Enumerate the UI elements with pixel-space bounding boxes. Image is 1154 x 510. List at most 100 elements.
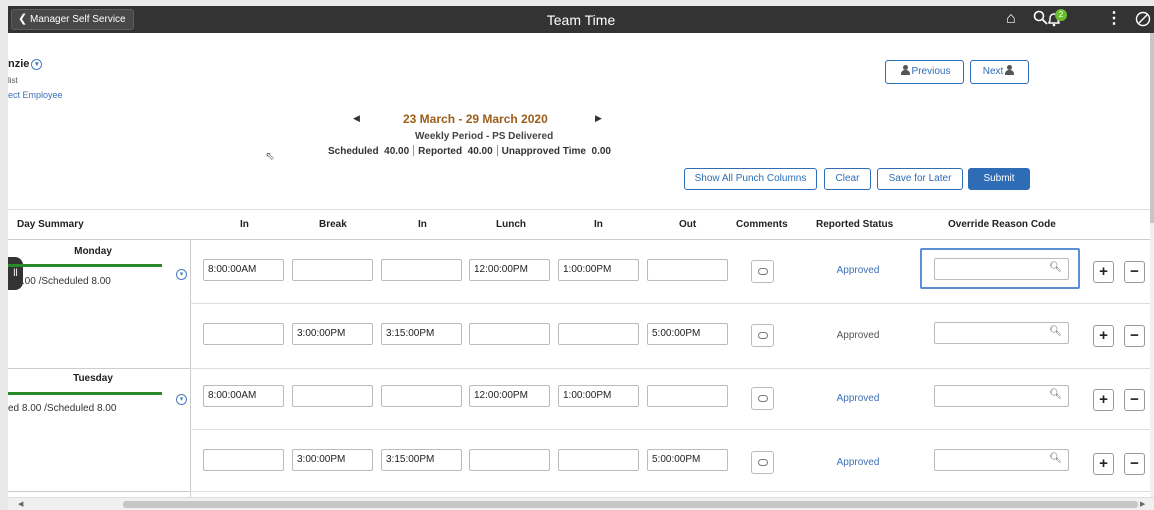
in-time-field[interactable] [381,385,462,407]
day-summary-text: d 8.00 /Scheduled 8.00 [8,276,111,287]
scroll-right-icon[interactable]: ▶ [1140,500,1145,508]
previous-button[interactable]: Previous [885,60,964,84]
employee-role: list [8,76,18,85]
employee-name[interactable]: nzie ▾ [8,58,43,70]
status-approved-link[interactable]: Approved [813,457,903,468]
day-divider [8,491,190,492]
status-approved-link[interactable]: Approved [813,265,903,276]
status-text: Approved [836,330,880,341]
search-icon[interactable]: 🔍︎ [1049,389,1062,400]
remove-row-button[interactable]: − [1124,389,1145,411]
period-range: 23 March - 29 March 2020 [403,112,548,126]
day-divider [8,368,190,369]
column-header: Reported Status [816,219,894,230]
navbar-icon[interactable] [1135,11,1151,32]
submit-button[interactable]: Submit [968,168,1030,190]
column-header: In [594,219,603,230]
break-time-field[interactable] [292,385,373,407]
in-time-field[interactable] [558,449,639,471]
show-all-punch-columns-button[interactable]: Show All Punch Columns [684,168,817,190]
comment-icon[interactable] [751,260,774,283]
time-summary: Scheduled 40.00 Reported 40.00 Unapproved … [328,145,611,157]
in-time-field[interactable] [558,323,639,345]
in-time-field[interactable]: 8:00:00AM [203,385,284,407]
search-icon[interactable]: 🔍︎ [1049,453,1062,464]
out-time-field[interactable] [647,259,728,281]
search-icon[interactable]: 🔍︎ [1049,326,1062,337]
next-button[interactable]: Next [970,60,1029,84]
remove-row-button[interactable]: − [1124,325,1145,347]
vertical-scrollbar[interactable] [1150,33,1154,497]
actions-menu-icon[interactable]: ⋮ [1106,10,1122,28]
row-divider [190,303,1154,304]
horizontal-scrollbar[interactable]: ◀ ▶ [8,497,1154,510]
day-summary-text: ed 8.00 /Scheduled 8.00 [8,403,117,414]
row-divider [190,491,1154,492]
column-header: Override Reason Code [948,219,1056,230]
lunch-time-field[interactable] [469,323,550,345]
mouse-cursor-icon: ⇖ [265,149,276,163]
search-icon[interactable]: 🔍︎ [1049,262,1062,273]
prev-period-arrow[interactable]: ◀ [353,113,360,124]
in-time-field[interactable] [381,259,462,281]
period-type: Weekly Period - PS Delivered [415,131,554,142]
day-progress-bar [8,392,162,395]
out-time-field[interactable]: 5:00:00PM [647,323,728,345]
scrollbar-thumb[interactable] [1150,33,1154,223]
day-name: Tuesday [73,373,113,384]
in-time-field[interactable]: 1:00:00PM [558,385,639,407]
comment-icon[interactable] [751,387,774,410]
remove-row-button[interactable]: − [1124,453,1145,475]
status-approved-link[interactable]: Approved [813,393,903,404]
clear-button[interactable]: Clear [824,168,871,190]
column-header: Out [679,219,697,230]
lunch-time-field[interactable]: 12:00:00PM [469,385,550,407]
override-reason-field[interactable]: 🔍︎ [934,385,1069,407]
override-reason-field[interactable]: 🔍︎ [934,322,1069,344]
next-period-arrow[interactable]: ▶ [595,113,602,124]
comment-icon[interactable] [751,324,774,347]
column-header: Break [319,219,347,230]
top-banner: ❮ Manager Self Service Team Time ⌂ 2 ⋮ [8,6,1154,33]
in-time-field[interactable]: 3:15:00PM [381,449,462,471]
row-divider [190,368,1154,369]
in-time-field[interactable] [203,449,284,471]
notification-badge: 2 [1055,9,1067,21]
add-row-button[interactable]: + [1093,261,1114,283]
lunch-time-field[interactable] [469,449,550,471]
day-progress-bar [8,264,162,267]
comment-icon[interactable] [751,451,774,474]
table-header: Day Summary In Break In Lunch In Out Com… [8,209,1154,240]
chevron-down-icon[interactable]: ▾ [176,394,187,405]
add-row-button[interactable]: + [1093,453,1114,475]
break-time-field[interactable] [292,259,373,281]
chevron-down-icon[interactable]: ▾ [31,58,43,70]
in-time-field[interactable]: 3:15:00PM [381,323,462,345]
in-time-field[interactable]: 8:00:00AM [203,259,284,281]
lunch-time-field[interactable]: 12:00:00PM [469,259,550,281]
day-name: Monday [74,246,112,257]
add-row-button[interactable]: + [1093,389,1114,411]
in-time-field[interactable] [203,323,284,345]
chevron-down-icon[interactable]: ▾ [176,269,187,280]
person-icon [1005,65,1015,75]
scrollbar-thumb[interactable] [123,501,1138,508]
in-time-field[interactable]: 1:00:00PM [558,259,639,281]
home-icon[interactable]: ⌂ [1006,10,1016,28]
remove-row-button[interactable]: − [1124,261,1145,283]
timesheet-content: nzie ▾ list ect Employee Previous Next ◀ … [8,33,1154,497]
row-divider [190,429,1154,430]
break-time-field[interactable]: 3:00:00PM [292,449,373,471]
column-header: Lunch [496,219,526,230]
break-time-field[interactable]: 3:00:00PM [292,323,373,345]
person-icon [900,65,910,75]
column-header: Day Summary [17,219,84,230]
out-time-field[interactable]: 5:00:00PM [647,449,728,471]
scroll-left-icon[interactable]: ◀ [18,500,23,508]
override-reason-field[interactable]: 🔍︎ [934,258,1069,280]
override-reason-field[interactable]: 🔍︎ [934,449,1069,471]
out-time-field[interactable] [647,385,728,407]
save-for-later-button[interactable]: Save for Later [877,168,963,190]
select-employee-link[interactable]: ect Employee [8,90,63,100]
add-row-button[interactable]: + [1093,325,1114,347]
